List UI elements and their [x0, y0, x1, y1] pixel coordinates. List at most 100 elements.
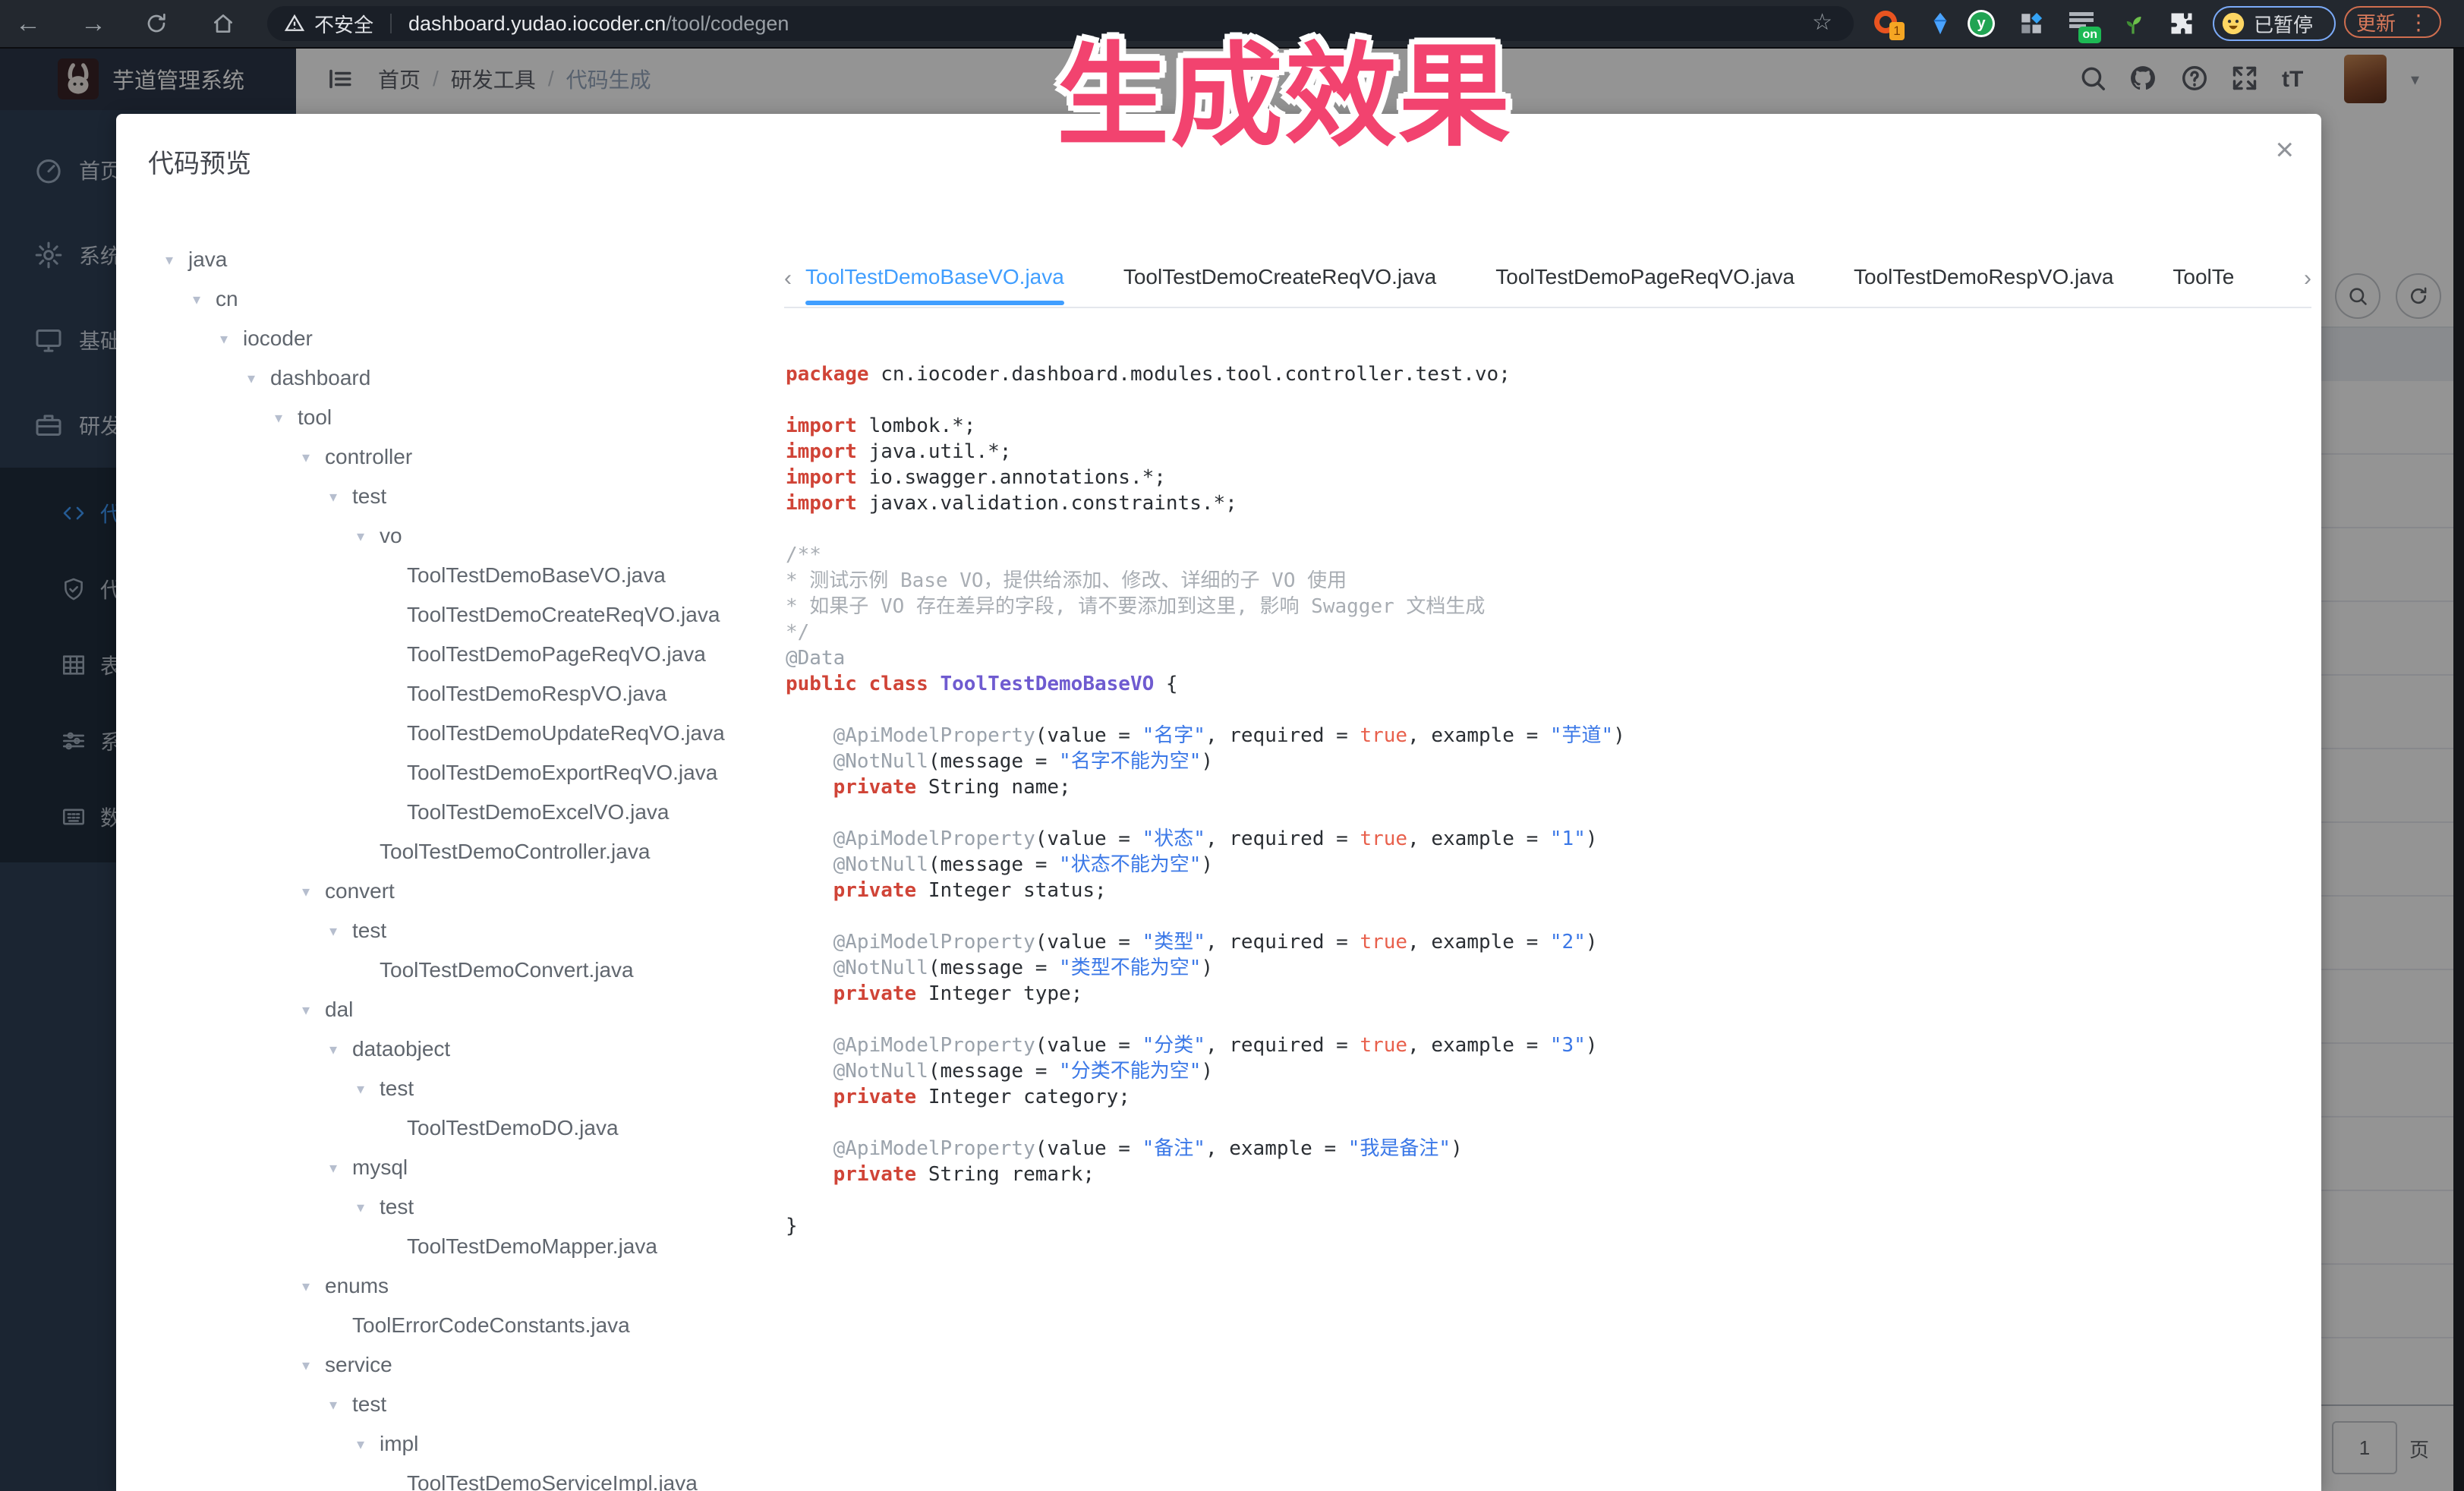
- tree-file-ToolTestDemoConvert.java[interactable]: ToolTestDemoConvert.java: [116, 950, 769, 990]
- paused-label: 已暂停: [2254, 10, 2313, 38]
- tree-folder-convert[interactable]: ▾convert: [116, 872, 769, 911]
- tab-ToolTe[interactable]: ToolTe: [2173, 252, 2234, 307]
- tree-file-ToolTestDemoDO.java[interactable]: ToolTestDemoDO.java: [116, 1108, 769, 1148]
- tree-file-ToolTestDemoMapper.java[interactable]: ToolTestDemoMapper.java: [116, 1227, 769, 1266]
- extension-badge: 1: [1889, 22, 1905, 40]
- tree-file-ToolTestDemoController.java[interactable]: ToolTestDemoController.java: [116, 832, 769, 872]
- browser-menu-icon[interactable]: ⋮: [2408, 10, 2429, 35]
- browser-home-button[interactable]: [211, 11, 235, 36]
- tree-folder-tool[interactable]: ▾tool: [116, 398, 769, 437]
- code-line: @NotNull(message = "类型不能为空"): [786, 955, 1625, 981]
- caret-down-icon[interactable]: ▾: [357, 1198, 380, 1217]
- caret-down-icon[interactable]: ▾: [357, 1080, 380, 1099]
- caret-down-icon[interactable]: ▾: [193, 290, 216, 309]
- tab-ToolTestDemoPageReqVO.java[interactable]: ToolTestDemoPageReqVO.java: [1495, 252, 1794, 307]
- tree-folder-vo[interactable]: ▾vo: [116, 516, 769, 556]
- tree-file-ToolTestDemoUpdateReqVO.java[interactable]: ToolTestDemoUpdateReqVO.java: [116, 714, 769, 753]
- tree-node-label: test: [380, 1076, 414, 1101]
- tree-file-ToolTestDemoCreateReqVO.java[interactable]: ToolTestDemoCreateReqVO.java: [116, 595, 769, 635]
- caret-down-icon[interactable]: ▾: [302, 448, 325, 467]
- caret-down-icon[interactable]: ▾: [329, 922, 352, 941]
- tree-folder-dataobject[interactable]: ▾dataobject: [116, 1029, 769, 1069]
- extension-squares-icon[interactable]: [2018, 10, 2045, 37]
- annotation-text: 生成效果: [1011, 5, 1558, 168]
- tree-folder-test[interactable]: ▾test: [116, 1069, 769, 1108]
- extension-orange-icon[interactable]: 1: [1874, 10, 1902, 37]
- caret-down-icon[interactable]: ▾: [329, 487, 352, 506]
- code-line: @NotNull(message = "名字不能为空"): [786, 749, 1625, 774]
- profile-paused-badge[interactable]: 已暂停: [2213, 6, 2336, 41]
- tree-file-ToolTestDemoPageReqVO.java[interactable]: ToolTestDemoPageReqVO.java: [116, 635, 769, 674]
- tree-folder-controller[interactable]: ▾controller: [116, 437, 769, 477]
- code-line: private Integer type;: [786, 981, 1625, 1007]
- caret-down-icon[interactable]: ▾: [302, 1277, 325, 1296]
- code-line: @ApiModelProperty(value = "状态", required…: [786, 826, 1625, 852]
- caret-down-icon[interactable]: ▾: [275, 408, 298, 427]
- tree-file-ToolTestDemoBaseVO.java[interactable]: ToolTestDemoBaseVO.java: [116, 556, 769, 595]
- tree-folder-test[interactable]: ▾test: [116, 477, 769, 516]
- tree-node-label: mysql: [352, 1155, 408, 1180]
- security-label[interactable]: 不安全: [314, 10, 373, 38]
- tree-node-label: convert: [325, 879, 395, 903]
- close-icon[interactable]: ×: [2275, 134, 2294, 165]
- caret-down-icon[interactable]: ▾: [357, 527, 380, 546]
- bookmark-star-icon[interactable]: ☆: [1812, 9, 1832, 36]
- code-line: [786, 516, 1625, 542]
- extensions-puzzle-icon[interactable]: [2168, 10, 2195, 37]
- code-line: [786, 903, 1625, 929]
- tree-node-label: vo: [380, 524, 402, 548]
- tree-folder-dal[interactable]: ▾dal: [116, 990, 769, 1029]
- tab-ToolTestDemoRespVO.java[interactable]: ToolTestDemoRespVO.java: [1854, 252, 2113, 307]
- tree-file-ToolTestDemoExcelVO.java[interactable]: ToolTestDemoExcelVO.java: [116, 793, 769, 832]
- tree-folder-dashboard[interactable]: ▾dashboard: [116, 358, 769, 398]
- browser-reload-button[interactable]: [144, 11, 169, 36]
- extension-list-on-icon[interactable]: on: [2069, 10, 2097, 37]
- caret-down-icon[interactable]: ▾: [329, 1158, 352, 1177]
- tree-file-ToolTestDemoExportReqVO.java[interactable]: ToolTestDemoExportReqVO.java: [116, 753, 769, 793]
- browser-forward-button[interactable]: →: [80, 6, 106, 41]
- caret-down-icon[interactable]: ▾: [247, 369, 270, 388]
- tabs-prev-icon[interactable]: ‹: [784, 252, 792, 305]
- tree-node-label: test: [380, 1195, 414, 1219]
- code-line: @ApiModelProperty(value = "分类", required…: [786, 1032, 1625, 1058]
- code-line: @ApiModelProperty(value = "类型", required…: [786, 929, 1625, 955]
- tree-node-label: ToolTestDemoUpdateReqVO.java: [407, 721, 725, 746]
- tree-folder-cn[interactable]: ▾cn: [116, 279, 769, 319]
- tree-folder-mysql[interactable]: ▾mysql: [116, 1148, 769, 1187]
- caret-down-icon[interactable]: ▾: [329, 1395, 352, 1414]
- tree-folder-test[interactable]: ▾test: [116, 1385, 769, 1424]
- caret-down-icon[interactable]: ▾: [329, 1040, 352, 1059]
- tree-folder-test[interactable]: ▾test: [116, 1187, 769, 1227]
- tree-folder-java[interactable]: ▾java: [116, 240, 769, 279]
- caret-down-icon[interactable]: ▾: [220, 329, 243, 348]
- code-line: package cn.iocoder.dashboard.modules.too…: [786, 361, 1625, 387]
- extension-gem-icon[interactable]: [1927, 10, 1954, 37]
- tree-folder-test[interactable]: ▾test: [116, 911, 769, 950]
- caret-down-icon[interactable]: ▾: [165, 251, 188, 270]
- extension-plant-icon[interactable]: [2119, 10, 2147, 37]
- extension-green-icon[interactable]: y: [1968, 10, 1995, 37]
- caret-down-icon[interactable]: ▾: [357, 1435, 380, 1454]
- tab-ToolTestDemoCreateReqVO.java[interactable]: ToolTestDemoCreateReqVO.java: [1123, 252, 1436, 307]
- tree-node-label: ToolTestDemoDO.java: [407, 1116, 619, 1140]
- caret-down-icon[interactable]: ▾: [302, 1356, 325, 1375]
- tree-node-label: enums: [325, 1274, 389, 1298]
- tree-folder-enums[interactable]: ▾enums: [116, 1266, 769, 1306]
- tree-folder-impl[interactable]: ▾impl: [116, 1424, 769, 1464]
- caret-down-icon[interactable]: ▾: [302, 882, 325, 901]
- caret-down-icon[interactable]: ▾: [302, 1001, 325, 1020]
- tabs-next-icon[interactable]: ›: [2304, 252, 2311, 305]
- code-line: private Integer category;: [786, 1084, 1625, 1110]
- tree-node-label: impl: [380, 1432, 418, 1456]
- code-line: }: [786, 1213, 1625, 1239]
- browser-update-button[interactable]: 更新 ⋮: [2344, 6, 2441, 38]
- code-line: [786, 1007, 1625, 1032]
- tab-ToolTestDemoBaseVO.java[interactable]: ToolTestDemoBaseVO.java: [805, 252, 1064, 307]
- profile-face-icon: [2220, 11, 2246, 36]
- tree-file-ToolTestDemoServiceImpl.java[interactable]: ToolTestDemoServiceImpl.java: [116, 1464, 769, 1491]
- tree-file-ToolErrorCodeConstants.java[interactable]: ToolErrorCodeConstants.java: [116, 1306, 769, 1345]
- tree-folder-iocoder[interactable]: ▾iocoder: [116, 319, 769, 358]
- tree-folder-service[interactable]: ▾service: [116, 1345, 769, 1385]
- tree-file-ToolTestDemoRespVO.java[interactable]: ToolTestDemoRespVO.java: [116, 674, 769, 714]
- browser-back-button[interactable]: ←: [15, 6, 41, 41]
